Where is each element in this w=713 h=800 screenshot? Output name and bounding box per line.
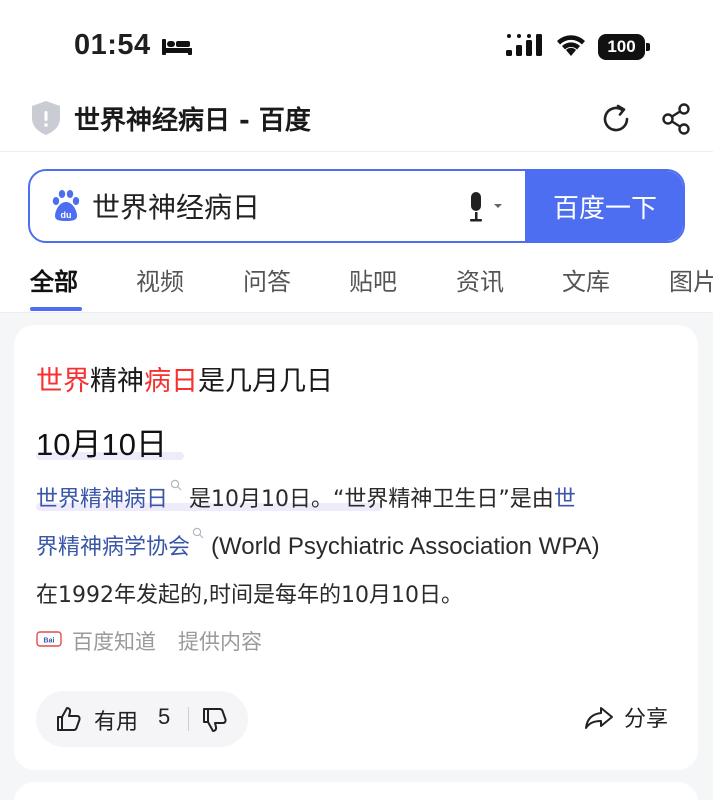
search-icon[interactable] [192,527,204,539]
search-input[interactable] [92,171,452,241]
question-highlight: 世界 [36,366,90,397]
share-arrow-icon [585,707,613,729]
divider [188,707,189,731]
entity-link[interactable]: 世界精神病日 [36,487,168,512]
useful-count: 5 [158,704,171,729]
wifi-icon [557,35,585,56]
tab-tieba[interactable]: 贴吧 [349,262,397,297]
search-box: du 百度一下 [28,169,685,243]
entity-link[interactable]: 界精神病学协会 [36,535,190,560]
thumb-down-icon[interactable] [200,706,228,734]
answer-card: 世界精神病日是几月几日 10月10日 世界精神病日 是10月10日。“世界精神卫… [14,325,698,770]
search-tabs: 全部 视频 问答 贴吧 资讯 文库 图片 [0,256,713,313]
battery-icon: 100 [598,34,650,60]
battery-level: 100 [607,37,636,56]
active-tab-indicator [30,307,82,311]
answer-text: (World Psychiatric Association WPA) [211,533,600,560]
useful-label[interactable]: 有用 [94,704,138,736]
question-text: 精神 [90,366,144,397]
answer-line-1: 世界精神病日 是10月10日。“世界精神卫生日”是由世 [36,479,576,513]
svg-text:Bai: Bai [44,638,55,645]
share-label: 分享 [624,707,669,732]
header-area: 01:54 100 世界神经病日 - 百度 du 世界神经病日 百度一下 全部 … [0,0,713,313]
shield-icon [32,101,60,135]
page-title: 世界神经病日 - 百度 [74,106,311,136]
status-bar: 01:54 100 [0,0,713,90]
title-bar: 世界神经病日 - 百度 [0,90,713,152]
source-name: 百度知道 [72,630,156,654]
tab-news[interactable]: 资讯 [456,262,504,297]
baidu-zhidao-logo: Bai [36,631,62,647]
share-icon[interactable] [660,102,692,136]
bed-icon [162,39,192,55]
chevron-down-icon[interactable] [492,201,504,211]
next-result-card [14,782,698,800]
answer-text: 在1992年发起的,时间是每年的10月10日。 [36,583,463,608]
baidu-paw-icon: du [52,190,80,221]
entity-link[interactable]: 世 [554,487,576,512]
search-icon[interactable] [170,479,182,491]
tab-images[interactable]: 图片 [669,262,713,297]
tab-wenku[interactable]: 文库 [562,262,610,297]
tab-all[interactable]: 全部 [30,262,78,297]
status-time: 01:54 [74,29,151,61]
answer-line-3: 在1992年发起的,时间是每年的10月10日。 [36,577,463,609]
tab-qa[interactable]: 问答 [243,262,291,297]
thumb-up-icon[interactable] [54,705,82,733]
question-text: 是几月几日 [198,366,333,397]
refresh-icon[interactable] [599,102,633,136]
svg-text:du: du [61,210,72,220]
source-note: 提供内容 [178,630,262,654]
question-highlight: 病日 [144,366,198,397]
feedback-pill: 有用 5 [36,691,248,747]
answer-line-2: 界精神病学协会 (World Psychiatric Association W… [36,527,600,561]
microphone-icon[interactable] [466,191,486,223]
answer-text: 是10月10日。“世界精神卫生日”是由 [189,487,554,512]
share-button[interactable]: 分享 [584,701,684,735]
question-title[interactable]: 世界精神病日是几月几日 [36,359,333,398]
search-button[interactable]: 百度一下 [525,171,683,241]
signal-icon [506,34,542,56]
answer-value: 10月10日 [36,427,167,462]
tab-video[interactable]: 视频 [136,262,184,297]
